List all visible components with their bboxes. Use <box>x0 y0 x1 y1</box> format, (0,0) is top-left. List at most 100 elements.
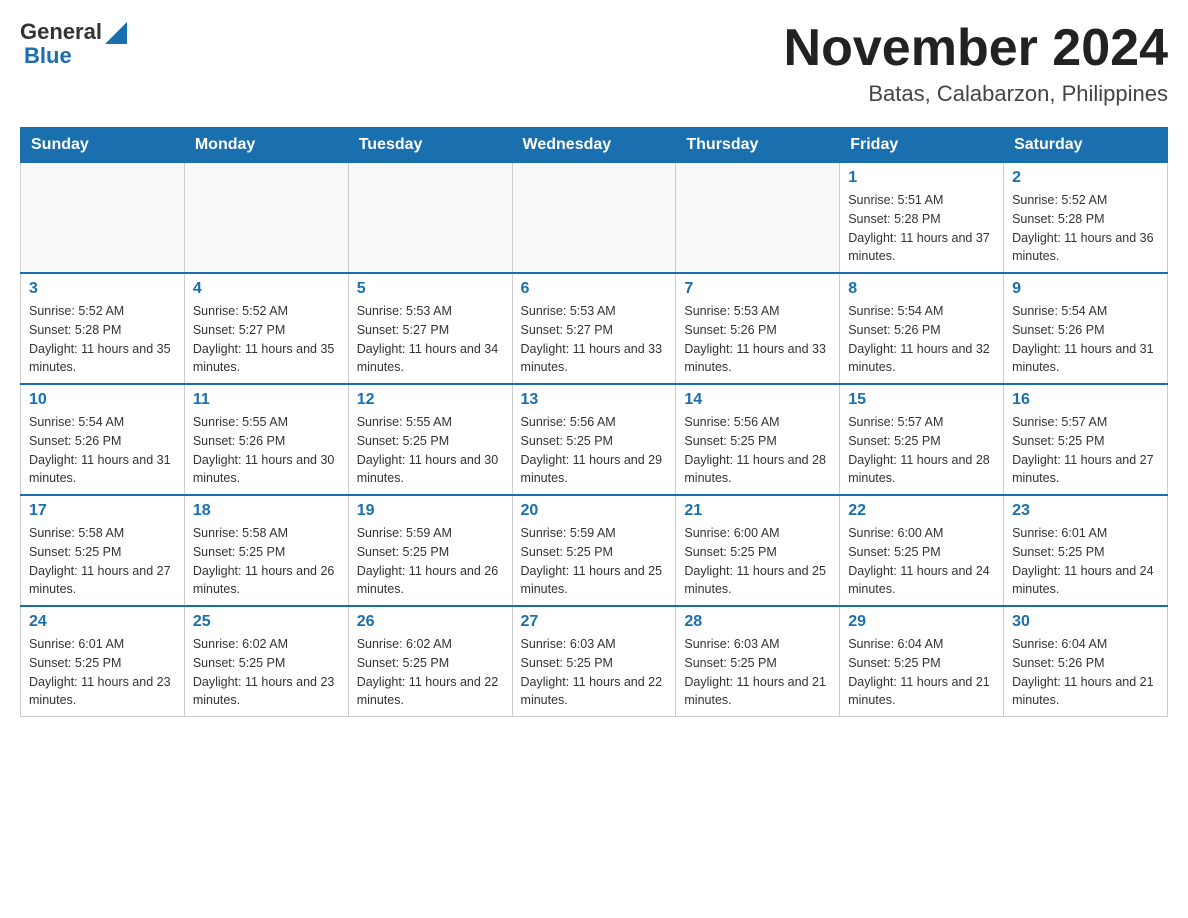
day-number: 19 <box>357 502 504 520</box>
logo-general: General <box>20 20 102 44</box>
day-info: Sunrise: 5:58 AM Sunset: 5:25 PM Dayligh… <box>193 524 340 599</box>
day-number: 2 <box>1012 169 1159 187</box>
calendar-cell: 11Sunrise: 5:55 AM Sunset: 5:26 PM Dayli… <box>184 384 348 495</box>
day-number: 25 <box>193 613 340 631</box>
calendar-cell: 1 Sunrise: 5:51 AM Sunset: 5:28 PM Daylig… <box>840 163 1004 274</box>
day-info: Sunrise: 6:02 AM Sunset: 5:25 PM Dayligh… <box>193 635 340 710</box>
day-number: 6 <box>521 280 668 298</box>
day-info: Sunrise: 5:57 AM Sunset: 5:25 PM Dayligh… <box>1012 413 1159 488</box>
calendar-cell: 24 Sunrise: 6:01 AM Sunset: 5:25 PM Dayli… <box>21 606 185 717</box>
day-info: Sunrise: 6:03 AM Sunset: 5:25 PM Dayligh… <box>521 635 668 710</box>
day-info: Sunrise: 6:04 AM Sunset: 5:25 PM Dayligh… <box>848 635 995 710</box>
day-number: 27 <box>521 613 668 631</box>
calendar-cell: 21 Sunrise: 6:00 AM Sunset: 5:25 PM Dayli… <box>676 495 840 606</box>
day-number: 24 <box>29 613 176 631</box>
day-number: 30 <box>1012 613 1159 631</box>
calendar-cell: 29 Sunrise: 6:04 AM Sunset: 5:25 PM Dayli… <box>840 606 1004 717</box>
day-info: Sunrise: 6:00 AM Sunset: 5:25 PM Dayligh… <box>848 524 995 599</box>
calendar-cell: 14 Sunrise: 5:56 AM Sunset: 5:25 PM Dayli… <box>676 384 840 495</box>
day-info: Sunrise: 5:52 AM Sunset: 5:28 PM Dayligh… <box>29 302 176 377</box>
day-info: Sunrise: 5:59 AM Sunset: 5:25 PM Dayligh… <box>357 524 504 599</box>
month-title: November 2024 <box>784 20 1168 77</box>
calendar-cell: 7 Sunrise: 5:53 AM Sunset: 5:26 PM Daylig… <box>676 273 840 384</box>
calendar-cell: 6 Sunrise: 5:53 AM Sunset: 5:27 PM Daylig… <box>512 273 676 384</box>
calendar-cell: 2 Sunrise: 5:52 AM Sunset: 5:28 PM Daylig… <box>1004 163 1168 274</box>
calendar-week-row-4: 17 Sunrise: 5:58 AM Sunset: 5:25 PM Dayli… <box>21 495 1168 606</box>
day-info: Sunrise: 6:01 AM Sunset: 5:25 PM Dayligh… <box>1012 524 1159 599</box>
day-info: Sunrise: 6:04 AM Sunset: 5:26 PM Dayligh… <box>1012 635 1159 710</box>
day-info: Sunrise: 5:55 AM Sunset: 5:25 PM Dayligh… <box>357 413 504 488</box>
day-info: Sunrise: 5:59 AM Sunset: 5:25 PM Dayligh… <box>521 524 668 599</box>
calendar-cell: 23 Sunrise: 6:01 AM Sunset: 5:25 PM Dayli… <box>1004 495 1168 606</box>
day-number: 12 <box>357 391 504 409</box>
day-number: 23 <box>1012 502 1159 520</box>
day-number: 13 <box>521 391 668 409</box>
calendar-week-row-2: 3 Sunrise: 5:52 AM Sunset: 5:28 PM Daylig… <box>21 273 1168 384</box>
day-info: Sunrise: 5:53 AM Sunset: 5:26 PM Dayligh… <box>684 302 831 377</box>
calendar-cell: 19 Sunrise: 5:59 AM Sunset: 5:25 PM Dayli… <box>348 495 512 606</box>
day-number: 17 <box>29 502 176 520</box>
logo-blue: Blue <box>24 44 127 68</box>
day-info: Sunrise: 5:57 AM Sunset: 5:25 PM Dayligh… <box>848 413 995 488</box>
day-number: 4 <box>193 280 340 298</box>
calendar-cell <box>21 163 185 274</box>
day-info: Sunrise: 5:56 AM Sunset: 5:25 PM Dayligh… <box>684 413 831 488</box>
title-area: November 2024 Batas, Calabarzon, Philipp… <box>784 20 1168 107</box>
day-number: 29 <box>848 613 995 631</box>
calendar-header-saturday: Saturday <box>1004 128 1168 163</box>
day-number: 3 <box>29 280 176 298</box>
calendar-cell: 16Sunrise: 5:57 AM Sunset: 5:25 PM Dayli… <box>1004 384 1168 495</box>
day-info: Sunrise: 5:54 AM Sunset: 5:26 PM Dayligh… <box>1012 302 1159 377</box>
page-header: General Blue November 2024 Batas, Calaba… <box>20 20 1168 107</box>
calendar-cell <box>348 163 512 274</box>
calendar-header-sunday: Sunday <box>21 128 185 163</box>
calendar-cell: 27 Sunrise: 6:03 AM Sunset: 5:25 PM Dayli… <box>512 606 676 717</box>
day-number: 22 <box>848 502 995 520</box>
day-info: Sunrise: 5:54 AM Sunset: 5:26 PM Dayligh… <box>848 302 995 377</box>
day-number: 14 <box>684 391 831 409</box>
calendar-cell: 9 Sunrise: 5:54 AM Sunset: 5:26 PM Daylig… <box>1004 273 1168 384</box>
day-info: Sunrise: 5:52 AM Sunset: 5:28 PM Dayligh… <box>1012 191 1159 266</box>
calendar-cell: 17Sunrise: 5:58 AM Sunset: 5:25 PM Dayli… <box>21 495 185 606</box>
calendar-cell: 20 Sunrise: 5:59 AM Sunset: 5:25 PM Dayli… <box>512 495 676 606</box>
calendar-header-thursday: Thursday <box>676 128 840 163</box>
calendar-cell: 26 Sunrise: 6:02 AM Sunset: 5:25 PM Dayli… <box>348 606 512 717</box>
calendar-week-row-3: 10 Sunrise: 5:54 AM Sunset: 5:26 PM Dayli… <box>21 384 1168 495</box>
calendar-cell: 25 Sunrise: 6:02 AM Sunset: 5:25 PM Dayli… <box>184 606 348 717</box>
calendar-cell <box>184 163 348 274</box>
day-number: 20 <box>521 502 668 520</box>
logo-triangle-icon <box>105 22 127 44</box>
day-number: 1 <box>848 169 995 187</box>
day-info: Sunrise: 6:03 AM Sunset: 5:25 PM Dayligh… <box>684 635 831 710</box>
day-info: Sunrise: 5:53 AM Sunset: 5:27 PM Dayligh… <box>357 302 504 377</box>
day-info: Sunrise: 6:01 AM Sunset: 5:25 PM Dayligh… <box>29 635 176 710</box>
day-number: 15 <box>848 391 995 409</box>
day-number: 21 <box>684 502 831 520</box>
day-number: 8 <box>848 280 995 298</box>
calendar-header-friday: Friday <box>840 128 1004 163</box>
calendar-cell: 5Sunrise: 5:53 AM Sunset: 5:27 PM Daylig… <box>348 273 512 384</box>
location-title: Batas, Calabarzon, Philippines <box>784 81 1168 107</box>
day-info: Sunrise: 5:52 AM Sunset: 5:27 PM Dayligh… <box>193 302 340 377</box>
day-number: 10 <box>29 391 176 409</box>
calendar-week-row-5: 24 Sunrise: 6:01 AM Sunset: 5:25 PM Dayli… <box>21 606 1168 717</box>
calendar-cell: 18 Sunrise: 5:58 AM Sunset: 5:25 PM Dayli… <box>184 495 348 606</box>
calendar-cell: 10 Sunrise: 5:54 AM Sunset: 5:26 PM Dayli… <box>21 384 185 495</box>
day-number: 26 <box>357 613 504 631</box>
day-number: 9 <box>1012 280 1159 298</box>
day-info: Sunrise: 5:54 AM Sunset: 5:26 PM Dayligh… <box>29 413 176 488</box>
day-number: 7 <box>684 280 831 298</box>
day-info: Sunrise: 6:00 AM Sunset: 5:25 PM Dayligh… <box>684 524 831 599</box>
logo: General Blue <box>20 20 127 68</box>
day-info: Sunrise: 5:56 AM Sunset: 5:25 PM Dayligh… <box>521 413 668 488</box>
calendar-cell: 30 Sunrise: 6:04 AM Sunset: 5:26 PM Dayli… <box>1004 606 1168 717</box>
day-info: Sunrise: 6:02 AM Sunset: 5:25 PM Dayligh… <box>357 635 504 710</box>
day-number: 28 <box>684 613 831 631</box>
calendar-cell <box>512 163 676 274</box>
calendar-cell: 3 Sunrise: 5:52 AM Sunset: 5:28 PM Daylig… <box>21 273 185 384</box>
day-info: Sunrise: 5:51 AM Sunset: 5:28 PM Dayligh… <box>848 191 995 266</box>
calendar-cell: 13 Sunrise: 5:56 AM Sunset: 5:25 PM Dayli… <box>512 384 676 495</box>
day-number: 18 <box>193 502 340 520</box>
day-info: Sunrise: 5:53 AM Sunset: 5:27 PM Dayligh… <box>521 302 668 377</box>
calendar-cell: 4 Sunrise: 5:52 AM Sunset: 5:27 PM Daylig… <box>184 273 348 384</box>
